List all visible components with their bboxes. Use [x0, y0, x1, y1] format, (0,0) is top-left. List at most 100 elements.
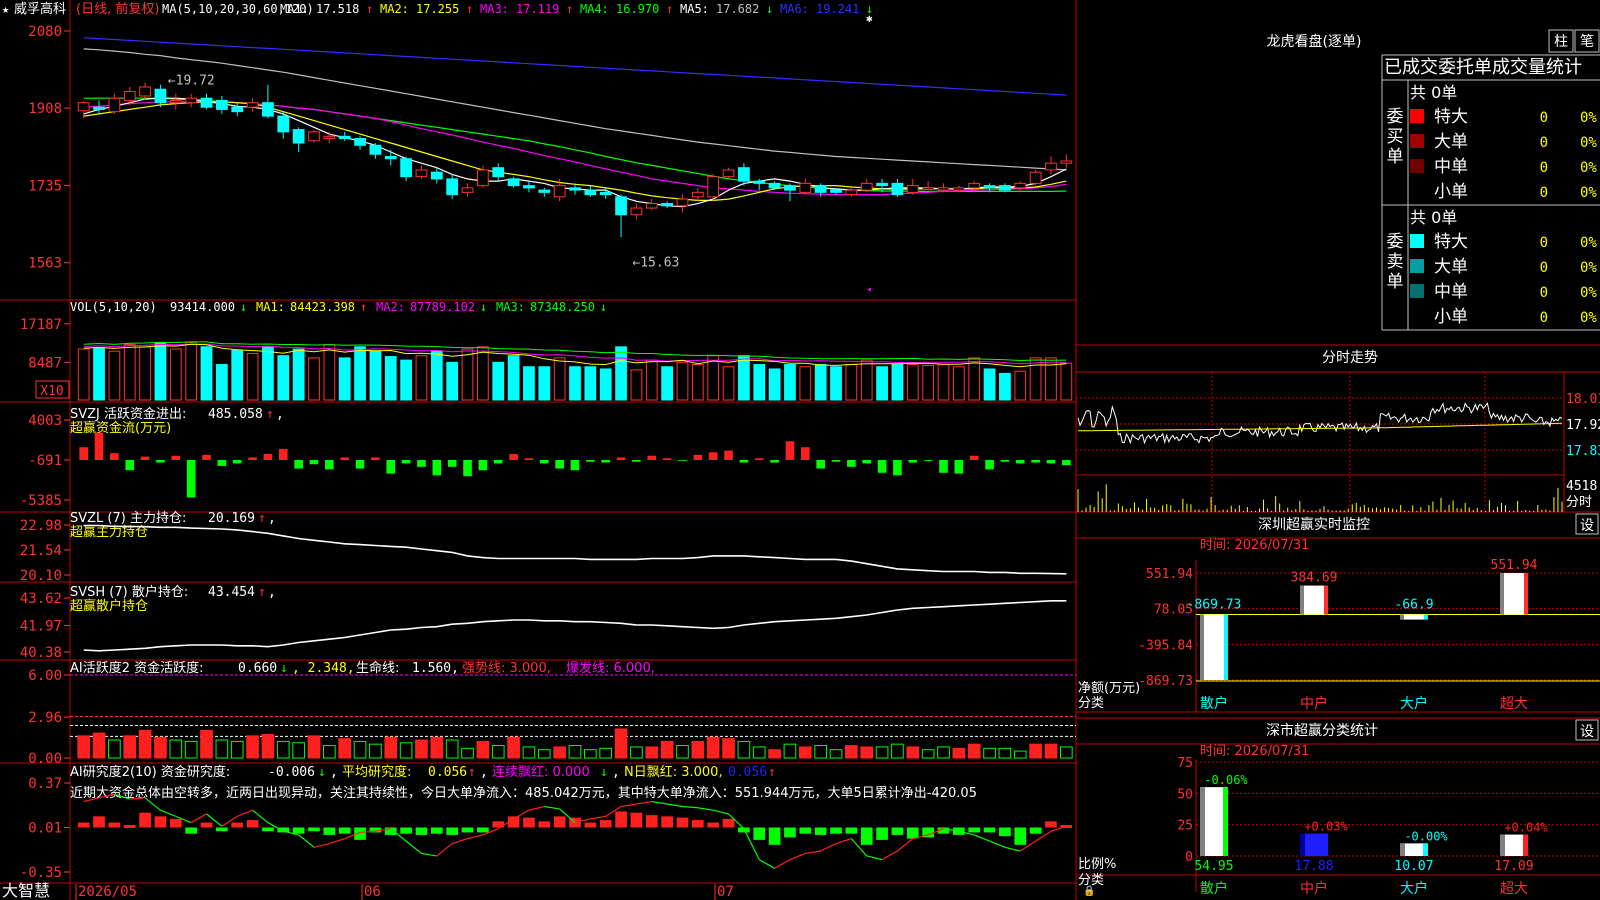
- candle-body: [400, 158, 412, 178]
- volume-bar: [354, 346, 366, 401]
- candle-body: [707, 176, 720, 198]
- volume-bar: [1029, 357, 1042, 401]
- volume-bar: [999, 372, 1011, 401]
- ai2-avg-arrow: ↑: [468, 765, 476, 780]
- monitor-bar-3: [1500, 573, 1528, 615]
- buy-row-2-pct: 0%: [1580, 160, 1597, 176]
- vol-ma2-line: [83, 343, 1067, 365]
- research-bar: [292, 827, 305, 834]
- flow-bar: [831, 460, 841, 462]
- candle-body: [1014, 182, 1027, 189]
- ai1-strong: 强势线: 3.000,: [462, 660, 551, 676]
- fenshi-unit: 分时: [1566, 495, 1592, 510]
- activity-bar: [154, 736, 167, 759]
- activity-bar: [783, 743, 797, 759]
- classify-bar-edge-0: [1223, 787, 1228, 856]
- flow-bar: [432, 460, 442, 476]
- candle-body: [645, 203, 658, 209]
- flow-bar: [309, 460, 319, 465]
- volume-bar: [446, 361, 459, 401]
- research-line-seg: [298, 834, 315, 848]
- research-bar: [384, 827, 397, 835]
- flow-bar: [586, 460, 595, 462]
- svzj-value: 485.058: [208, 407, 263, 422]
- flow-bar: [1000, 460, 1010, 462]
- candle-body: [292, 129, 305, 144]
- classify-delta-2: -0.00%: [1404, 829, 1448, 843]
- research-bar: [93, 816, 105, 828]
- activity-bar: [1059, 746, 1073, 759]
- research-line-seg: [405, 840, 422, 854]
- monitor-bar-shade-2: [1400, 614, 1404, 620]
- candle-body: [215, 99, 228, 110]
- flow-bar: [325, 460, 334, 470]
- flow-bar: [232, 460, 242, 464]
- candle-body: [768, 182, 781, 189]
- vol-ma1-value: 84423.398: [290, 300, 355, 314]
- research-bar: [430, 827, 443, 834]
- research-bar: [707, 822, 720, 828]
- volume-bar: [799, 366, 812, 401]
- activity-bar: [476, 740, 490, 759]
- svzj-arrow: ↑: [266, 407, 274, 422]
- ai1-tick-0: 6.00: [28, 668, 62, 684]
- classify-ylabel: 比例%: [1078, 857, 1116, 872]
- flow-bar: [79, 447, 88, 460]
- ai2-commentary: 近期大资金总体由空转多，近两日出现异动，关注其持续性，今日大单净流入：485.0…: [70, 785, 977, 801]
- candle-body: [77, 102, 90, 112]
- activity-bar: [276, 740, 290, 759]
- flow-bar: [156, 460, 165, 463]
- stock-name: 威孚高科: [14, 1, 66, 17]
- buy-row-3-count: 0: [1540, 185, 1548, 201]
- activity-bar: [568, 745, 582, 759]
- candle-body: [231, 106, 244, 113]
- fenshi-tick-2: 17.83: [1566, 444, 1600, 459]
- flow-bar: [509, 454, 518, 460]
- svsh-tick-0: 43.62: [20, 591, 62, 607]
- volume-bar: [738, 355, 750, 401]
- sell-swatch-0: [1410, 234, 1424, 248]
- activity-bar: [752, 746, 766, 759]
- candle-body: [323, 135, 336, 140]
- research-bar: [860, 827, 873, 845]
- research-bar: [891, 827, 904, 835]
- volume-bar: [922, 364, 935, 401]
- candle-body: [676, 198, 689, 207]
- monitor-title: 深圳超赢实时监控: [1258, 516, 1370, 533]
- candle-body: [691, 191, 704, 198]
- research-bar: [231, 822, 244, 828]
- svzl-tick-0: 22.98: [20, 518, 62, 534]
- volume-bar: [906, 364, 919, 401]
- ai2-avg: 0.056: [428, 765, 467, 780]
- price-tick-1: 1908: [28, 101, 62, 117]
- volume-bar: [77, 348, 90, 401]
- activity-bar: [660, 740, 674, 759]
- fenshi-vol-tick: 4518: [1566, 479, 1597, 494]
- sell-group-char: 委: [1387, 232, 1404, 252]
- flow-bar: [708, 452, 718, 460]
- ma6-name: MA6:: [780, 2, 809, 16]
- flow-bar: [601, 460, 611, 463]
- cursor-marker-icon: ◂: [866, 284, 872, 295]
- ma60-line: [83, 48, 1067, 171]
- research-bar: [661, 816, 673, 828]
- activity-bar: [645, 746, 659, 759]
- sell-row-0-count: 0: [1540, 235, 1548, 251]
- research-bar: [722, 818, 735, 828]
- activity-bar: [952, 747, 966, 759]
- monitor-bar-edge-0: [1224, 614, 1228, 680]
- ai1-life-label: 生命线:: [356, 660, 399, 676]
- research-bar: [1014, 827, 1027, 845]
- activity-bar: [384, 736, 398, 759]
- flow-bar: [923, 460, 933, 461]
- vol-value: 93414.000: [170, 300, 235, 314]
- flow-bar: [171, 455, 181, 460]
- ai1-burst: 爆发线: 6.000,: [566, 660, 655, 676]
- candle-body: [584, 189, 597, 196]
- candle-body: [200, 97, 213, 108]
- research-bar: [523, 817, 535, 828]
- research-bar: [477, 827, 489, 833]
- monitor-time: 时间: 2026/07/31: [1200, 538, 1309, 553]
- volume-bar: [569, 366, 581, 401]
- candle-body: [922, 187, 935, 190]
